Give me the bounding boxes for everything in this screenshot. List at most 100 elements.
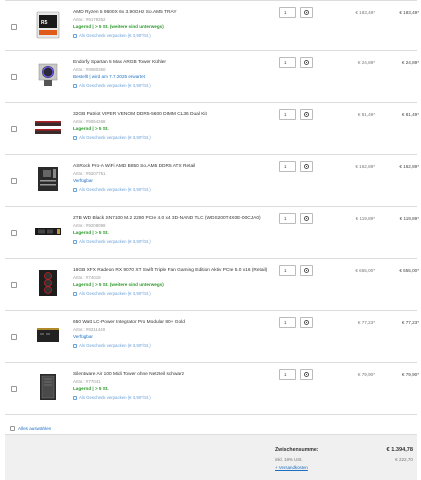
product-name[interactable]: 650 Watt LC-Power Integrator Pro Modular…	[73, 320, 273, 326]
delete-icon	[304, 10, 309, 15]
product-name[interactable]: 32GB Patriot VIPER VENOM DDR5-5600 DIMM …	[73, 112, 273, 118]
cart-row: 32GB Patriot VIPER VENOM DDR5-5600 DIMM …	[5, 103, 419, 155]
item-checkbox[interactable]	[11, 74, 17, 80]
stock-status: Lagernd | > 5 St.	[73, 386, 109, 391]
article-number: Artnr.: #77041	[73, 379, 101, 384]
line-total: € 24,89*	[401, 60, 419, 65]
stock-status: Lagernd | > 5 St.	[73, 230, 109, 235]
gpu-icon	[33, 268, 63, 298]
motherboard-icon	[33, 164, 63, 194]
case-icon	[33, 372, 63, 402]
gift-wrap-label: Als Geschenk verpacken (€ 3,90*/St.)	[79, 187, 151, 192]
article-number: Artnr.: #9179352	[73, 17, 106, 22]
ram-icon	[33, 112, 63, 142]
gift-icon	[73, 33, 77, 38]
remove-button[interactable]	[300, 213, 313, 224]
article-number: Artnr.: #74019	[73, 275, 101, 280]
quantity-input[interactable]: 1	[279, 161, 296, 172]
quantity-input[interactable]: 1	[279, 213, 296, 224]
product-name[interactable]: 16GB XFX Radeon RX 9070 XT Swift Triple …	[73, 268, 273, 274]
remove-button[interactable]	[300, 161, 313, 172]
gift-wrap-option[interactable]: Als Geschenk verpacken (€ 3,90*/St.)	[73, 83, 273, 88]
item-checkbox[interactable]	[11, 24, 17, 30]
remove-button[interactable]	[300, 7, 313, 18]
stock-status: Verfügbar	[73, 178, 93, 183]
remove-button[interactable]	[300, 369, 313, 380]
ssd-icon	[33, 216, 63, 246]
quantity-input[interactable]: 1	[279, 369, 296, 380]
gift-wrap-option[interactable]: Als Geschenk verpacken (€ 3,90*/St.)	[73, 33, 273, 38]
subtotal-value: € 1.394,78	[386, 447, 413, 453]
unit-price: € 79,90*	[357, 372, 375, 377]
delete-icon	[304, 216, 309, 221]
article-number: Artnr.: #9080360	[73, 67, 106, 72]
vat-value: € 222,70	[395, 457, 413, 462]
select-all-label[interactable]: Alles auswählen	[18, 426, 51, 431]
item-checkbox[interactable]	[11, 386, 17, 392]
product-name[interactable]: Silentware Air 100 Midi Tower ohne Netzt…	[73, 372, 273, 378]
quantity-input[interactable]: 1	[279, 57, 296, 68]
gift-wrap-option[interactable]: Als Geschenk verpacken (€ 3,90*/St.)	[73, 239, 273, 244]
quantity-input[interactable]: 1	[279, 109, 296, 120]
quantity-input[interactable]: 1	[279, 317, 296, 328]
gift-wrap-label: Als Geschenk verpacken (€ 3,90*/St.)	[79, 83, 151, 88]
product-name[interactable]: 2TB WD Black SN7100 M.2 2280 PCIe 4.0 x4…	[73, 216, 273, 222]
item-checkbox[interactable]	[11, 126, 17, 132]
gift-wrap-label: Als Geschenk verpacken (€ 3,90*/St.)	[79, 395, 151, 400]
stock-status: Lagernd | > 5 St. (weitere sind unterweg…	[73, 282, 164, 287]
remove-button[interactable]	[300, 317, 313, 328]
item-checkbox[interactable]	[11, 178, 17, 184]
cart-row: 2TB WD Black SN7100 M.2 2280 PCIe 4.0 x4…	[5, 207, 419, 259]
line-total: € 162,89*	[399, 164, 419, 169]
item-checkbox[interactable]	[11, 230, 17, 236]
product-name[interactable]: ASRock Pro-A WiFi AMD B850 So.AM5 DDR5 A…	[73, 164, 273, 170]
cart-row: ASRock Pro-A WiFi AMD B850 So.AM5 DDR5 A…	[5, 155, 419, 207]
gift-wrap-label: Als Geschenk verpacken (€ 3,90*/St.)	[79, 291, 151, 296]
article-number: Artnr.: #9207751	[73, 171, 106, 176]
stock-status: Bestellt | wird am 7.7.2025 erwartet	[73, 74, 145, 79]
gift-wrap-label: Als Geschenk verpacken (€ 3,90*/St.)	[79, 135, 151, 140]
unit-price: € 24,89*	[357, 60, 375, 65]
product-name[interactable]: Endorfy Spartan 5 Max ARGB Tower Kühler	[73, 60, 273, 66]
gift-wrap-option[interactable]: Als Geschenk verpacken (€ 3,90*/St.)	[73, 135, 273, 140]
stock-status: Lagernd | > 5 St.	[73, 126, 109, 131]
article-number: Artnr.: #9064268	[73, 119, 106, 124]
cart-row: 650 Watt LC-Power Integrator Pro Modular…	[5, 311, 419, 363]
unit-price: € 655,00*	[355, 268, 375, 273]
cart-item-list: R5 AMD Ryzen 5 9600X 6x 3.90GHz So.AM5 T…	[5, 0, 419, 415]
quantity-input[interactable]: 1	[279, 7, 296, 18]
line-total: € 183,49*	[399, 10, 419, 15]
line-total: € 77,23*	[401, 320, 419, 325]
product-name[interactable]: AMD Ryzen 5 9600X 6x 3.90GHz So.AM5 TRAY	[73, 10, 273, 16]
gift-wrap-label: Als Geschenk verpacken (€ 3,90*/St.)	[79, 343, 151, 348]
gift-icon	[73, 239, 77, 244]
gift-wrap-label: Als Geschenk verpacken (€ 3,90*/St.)	[79, 239, 151, 244]
gift-wrap-option[interactable]: Als Geschenk verpacken (€ 3,90*/St.)	[73, 187, 273, 192]
article-number: Artnr.: #9211440	[73, 327, 106, 332]
cart-summary: Zwischensumme: € 1.394,78 inkl. 19% USt.…	[5, 434, 417, 480]
gift-icon	[73, 135, 77, 140]
gift-wrap-option[interactable]: Als Geschenk verpacken (€ 3,90*/St.)	[73, 291, 273, 296]
delete-icon	[304, 112, 309, 117]
unit-price: € 183,49*	[355, 10, 375, 15]
quantity-input[interactable]: 1	[279, 265, 296, 276]
select-all[interactable]: Alles auswählen	[5, 422, 417, 434]
cpu-cooler-icon	[33, 60, 63, 90]
remove-button[interactable]	[300, 109, 313, 120]
delete-icon	[304, 268, 309, 273]
gift-wrap-option[interactable]: Als Geschenk verpacken (€ 3,90*/St.)	[73, 395, 273, 400]
shipping-link[interactable]: + Versandkosten	[275, 465, 308, 470]
article-number: Artnr.: #9209099	[73, 223, 106, 228]
svg-text:R5: R5	[41, 20, 48, 26]
remove-button[interactable]	[300, 57, 313, 68]
gift-wrap-option[interactable]: Als Geschenk verpacken (€ 3,90*/St.)	[73, 343, 273, 348]
line-total: € 119,89*	[399, 216, 419, 221]
vat-label: inkl. 19% USt.	[275, 457, 303, 462]
select-all-checkbox[interactable]	[10, 425, 15, 431]
gift-icon	[73, 187, 77, 192]
item-checkbox[interactable]	[11, 282, 17, 288]
remove-button[interactable]	[300, 265, 313, 276]
item-checkbox[interactable]	[11, 334, 17, 340]
cart-row: 16GB XFX Radeon RX 9070 XT Swift Triple …	[5, 259, 419, 311]
unit-price: € 162,89*	[355, 164, 375, 169]
